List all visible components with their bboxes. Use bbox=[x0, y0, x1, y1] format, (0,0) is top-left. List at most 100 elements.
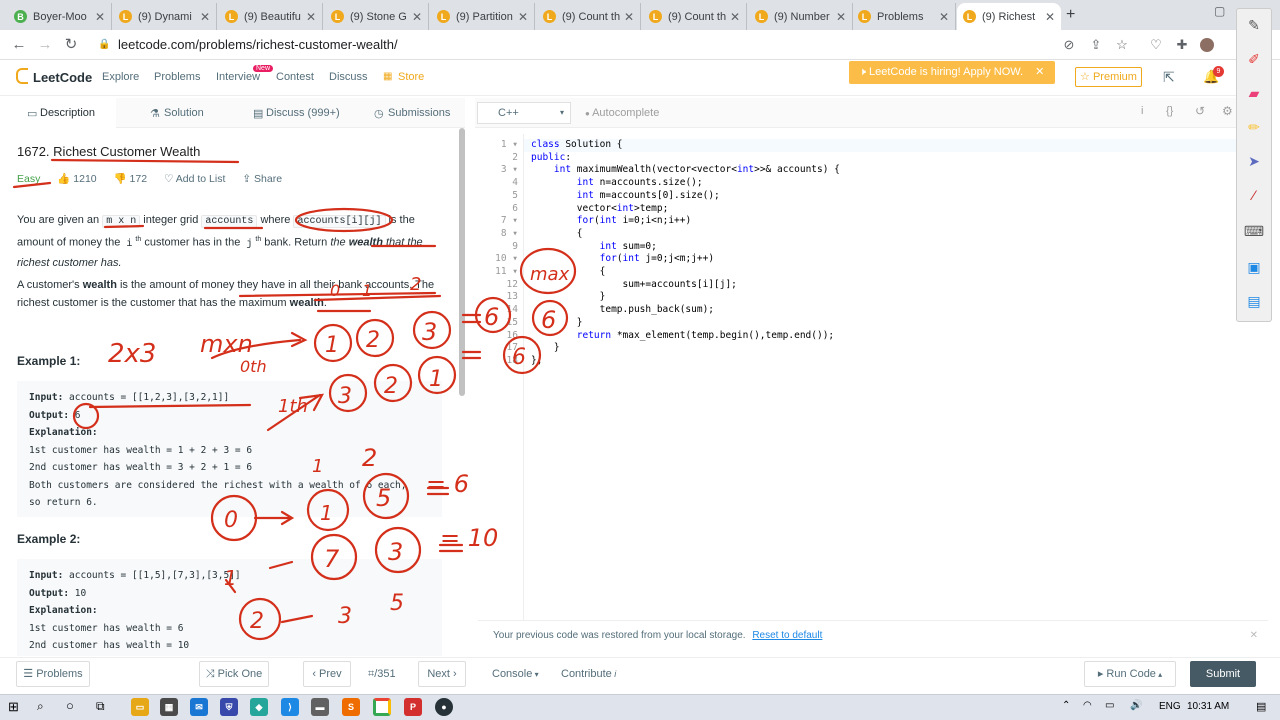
search-icon[interactable]: ⌕ bbox=[37, 699, 44, 714]
pocket-icon[interactable]: ♡ bbox=[1147, 36, 1165, 54]
browser-tab[interactable]: L (9) Count th ✕ bbox=[643, 3, 747, 30]
pen-icon[interactable]: ✎ bbox=[1243, 14, 1265, 36]
code-line[interactable]: sum+=accounts[i][j]; bbox=[531, 279, 840, 292]
share-button[interactable]: Share bbox=[254, 173, 282, 185]
nav-problems[interactable]: Problems bbox=[154, 71, 200, 83]
laser-icon[interactable]: ⁄ bbox=[1243, 184, 1265, 206]
task-view-icon[interactable]: ⧉ bbox=[96, 699, 105, 714]
mail-icon[interactable]: ✉ bbox=[190, 698, 208, 716]
volume-icon[interactable]: 🔊 bbox=[1130, 700, 1142, 711]
reset-icon[interactable]: ↺ bbox=[1195, 104, 1205, 118]
browser-tab[interactable]: L Problems ✕ bbox=[852, 3, 956, 30]
browser-tab[interactable]: L (9) Partition ✕ bbox=[431, 3, 535, 30]
code-line[interactable]: int n=accounts.size(); bbox=[531, 177, 840, 190]
url-field[interactable]: leetcode.com/problems/richest-customer-w… bbox=[118, 34, 1048, 56]
browser-tab[interactable]: L (9) Richest ✕ bbox=[957, 3, 1061, 30]
chrome-icon[interactable] bbox=[373, 698, 391, 716]
thumbs-down-icon[interactable]: 👎 bbox=[114, 173, 127, 185]
code-line[interactable]: int maximumWealth(vector<vector<int>>& a… bbox=[531, 164, 840, 177]
premium-button[interactable]: ☆ Premium bbox=[1075, 67, 1142, 87]
code-line[interactable]: for(int i=0;i<n;i++) bbox=[531, 215, 840, 228]
code-line[interactable]: { bbox=[531, 266, 840, 279]
wifi-icon[interactable]: ◠ bbox=[1083, 700, 1092, 711]
playground-icon[interactable]: ⇱ bbox=[1163, 69, 1175, 86]
browser-tab[interactable]: B Boyer-Moo ✕ bbox=[8, 3, 112, 30]
code-line[interactable]: } bbox=[531, 317, 840, 330]
browser-tab[interactable]: L (9) Count th ✕ bbox=[537, 3, 641, 30]
vscode-icon[interactable]: ⟩ bbox=[281, 698, 299, 716]
code-line[interactable]: } bbox=[531, 342, 840, 355]
file-explorer-icon[interactable]: ▭ bbox=[131, 698, 149, 716]
browser-tab[interactable]: L (9) Dynami ✕ bbox=[113, 3, 217, 30]
add-to-list-button[interactable]: Add to List bbox=[176, 173, 226, 185]
security-shield-icon[interactable]: ⛨ bbox=[220, 698, 238, 716]
code-line[interactable]: int m=accounts[0].size(); bbox=[531, 190, 840, 203]
tab-description[interactable]: Description bbox=[40, 107, 95, 119]
tab-close-icon[interactable]: ✕ bbox=[518, 10, 528, 24]
settings-icon[interactable]: ⚙ bbox=[1222, 104, 1233, 118]
notification-center-icon[interactable]: ▤ bbox=[1256, 700, 1266, 713]
bookmark-star-icon[interactable]: ☆ bbox=[1113, 36, 1131, 54]
battery-icon[interactable]: ▭ bbox=[1105, 700, 1114, 711]
braces-icon[interactable]: {} bbox=[1166, 105, 1173, 117]
prev-button[interactable]: ‹ Prev bbox=[303, 661, 351, 687]
reload-icon[interactable]: ↻ bbox=[62, 36, 80, 54]
clock[interactable]: 10:31 AM bbox=[1187, 701, 1229, 712]
nav-discuss[interactable]: Discuss bbox=[329, 71, 368, 83]
code-line[interactable]: class Solution { bbox=[531, 139, 840, 152]
back-icon[interactable]: ← bbox=[10, 36, 28, 54]
browser-tab[interactable]: L (9) Number ✕ bbox=[749, 3, 853, 30]
language-select[interactable]: C++ ▾ bbox=[477, 102, 571, 124]
pointer-icon[interactable]: ➤ bbox=[1243, 150, 1265, 172]
console-toggle[interactable]: Console ▾ bbox=[492, 668, 539, 680]
autocomplete-toggle[interactable]: ● Autocomplete bbox=[585, 107, 659, 119]
save-icon[interactable]: ▤ bbox=[1243, 290, 1265, 312]
site-logo[interactable]: LeetCode bbox=[33, 70, 92, 85]
nav-explore[interactable]: Explore bbox=[102, 71, 139, 83]
highlighter-icon[interactable]: ✏ bbox=[1243, 116, 1265, 138]
reset-to-default-link[interactable]: Reset to default bbox=[752, 630, 822, 641]
tab-close-icon[interactable]: ✕ bbox=[200, 10, 210, 24]
code-line[interactable]: public: bbox=[531, 152, 840, 165]
tab-close-icon[interactable]: ✕ bbox=[95, 10, 105, 24]
obs-icon[interactable]: ● bbox=[435, 698, 453, 716]
tab-close-icon[interactable]: ✕ bbox=[412, 10, 422, 24]
code-line[interactable]: return *max_element(temp.begin(),temp.en… bbox=[531, 330, 840, 343]
language-indicator[interactable]: ENG bbox=[1159, 701, 1181, 712]
code-line[interactable]: temp.push_back(sum); bbox=[531, 304, 840, 317]
store-app-icon[interactable]: ▦ bbox=[160, 698, 178, 716]
nav-contest[interactable]: Contest bbox=[276, 71, 314, 83]
thumbs-up-icon[interactable]: 👍 bbox=[57, 173, 70, 185]
nav-store[interactable]: Store bbox=[398, 71, 424, 83]
windows-start-icon[interactable]: ⊞ bbox=[8, 699, 19, 715]
tab-close-icon[interactable]: ✕ bbox=[1045, 10, 1055, 24]
recorder-icon[interactable]: ▬ bbox=[311, 698, 329, 716]
contribute-link[interactable]: Contribute i bbox=[561, 668, 616, 680]
extensions-icon[interactable]: ✚ bbox=[1173, 36, 1191, 54]
close-icon[interactable]: ✕ bbox=[1035, 66, 1044, 78]
cortana-icon[interactable]: ○ bbox=[66, 698, 74, 713]
tray-chevron-icon[interactable]: ⌃ bbox=[1062, 700, 1070, 711]
tab-solution[interactable]: Solution bbox=[164, 107, 204, 119]
minimize-icon[interactable]: ▢ bbox=[1214, 4, 1225, 18]
tab-close-icon[interactable]: ✕ bbox=[939, 10, 949, 24]
tab-discuss[interactable]: Discuss (999+) bbox=[266, 107, 340, 119]
app-icon[interactable]: ◆ bbox=[250, 698, 268, 716]
powerpoint-icon[interactable]: P bbox=[404, 698, 422, 716]
code-line[interactable]: { bbox=[531, 228, 840, 241]
keyboard-icon[interactable]: ⌨ bbox=[1243, 220, 1265, 242]
screen-icon[interactable]: ▣ bbox=[1243, 256, 1265, 278]
browser-tab[interactable]: L (9) Stone G ✕ bbox=[325, 3, 429, 30]
nav-interview[interactable]: Interview bbox=[216, 71, 260, 83]
code-content[interactable]: class Solution {public: int maximumWealt… bbox=[531, 139, 840, 368]
tab-submissions[interactable]: Submissions bbox=[388, 107, 450, 119]
code-line[interactable]: int sum=0; bbox=[531, 241, 840, 254]
close-icon[interactable]: ✕ bbox=[1250, 621, 1258, 651]
tab-close-icon[interactable]: ✕ bbox=[624, 10, 634, 24]
code-line[interactable]: }; bbox=[531, 355, 840, 368]
profile-avatar[interactable] bbox=[1200, 38, 1214, 52]
browser-tab[interactable]: L (9) Beautifu ✕ bbox=[219, 3, 323, 30]
submit-button[interactable]: Submit bbox=[1190, 661, 1256, 687]
forward-icon[interactable]: → bbox=[36, 36, 54, 54]
code-line[interactable]: for(int j=0;j<m;j++) bbox=[531, 253, 840, 266]
